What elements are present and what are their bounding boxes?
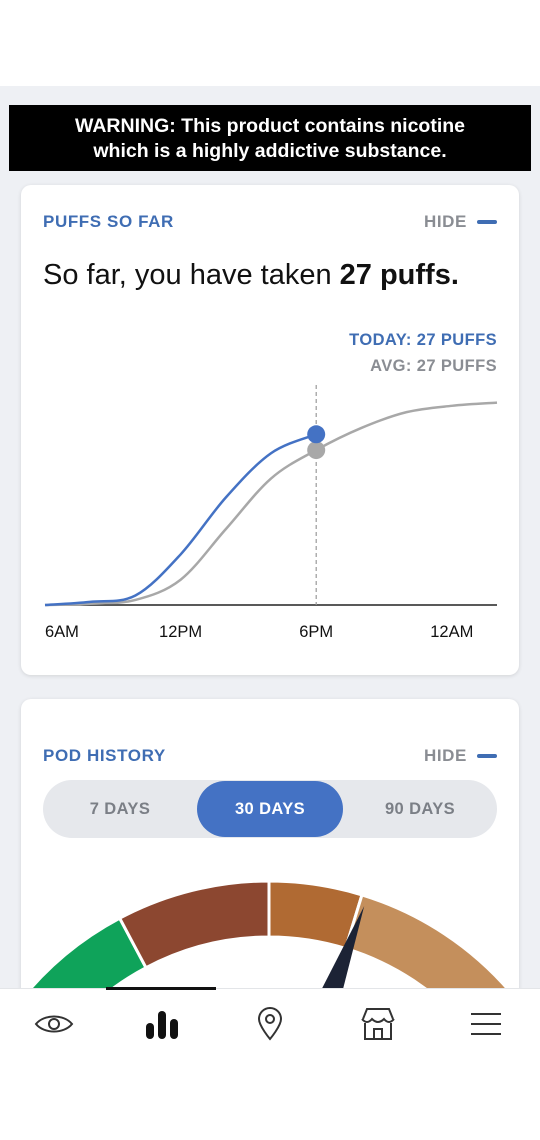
x-tick-label: 6AM	[45, 623, 79, 641]
bottom-tab-bar	[0, 987, 540, 1059]
tab-menu[interactable]	[432, 989, 540, 1059]
bar-chart-icon	[146, 1011, 178, 1039]
tab-store[interactable]	[324, 989, 432, 1059]
warning-line-2: which is a highly addictive substance.	[93, 140, 447, 162]
menu-icon	[471, 1013, 501, 1035]
puffs-line-chart: 6AM 12PM 6PM 12AM	[44, 385, 498, 641]
x-tick-label: 12AM	[430, 623, 473, 641]
nicotine-warning-banner: WARNING: This product contains nicotine …	[9, 105, 531, 171]
current-point-avg	[307, 441, 326, 460]
tab-stats[interactable]	[108, 989, 216, 1059]
warning-line-1: WARNING: This product contains nicotine	[75, 115, 465, 137]
screen-bottom-area	[0, 1058, 540, 1140]
eye-icon	[34, 1015, 74, 1033]
gauge-segment	[117, 879, 271, 970]
current-point-today	[307, 425, 326, 444]
pod-usage-gauge	[21, 879, 515, 1019]
tab-eye[interactable]	[0, 989, 108, 1059]
location-pin-icon	[257, 1007, 283, 1041]
x-tick-label: 12PM	[159, 623, 202, 641]
series-line-avg	[44, 401, 498, 607]
store-icon	[361, 1008, 395, 1040]
puffs-so-far-card: PUFFS SO FAR HIDE So far, you have taken…	[21, 185, 519, 675]
pod-history-card: POD HISTORY HIDE 7 DAYS 30 DAYS 90 DAYS	[21, 699, 519, 1019]
x-tick-label: 6PM	[299, 623, 333, 641]
tab-locations[interactable]	[216, 989, 324, 1059]
